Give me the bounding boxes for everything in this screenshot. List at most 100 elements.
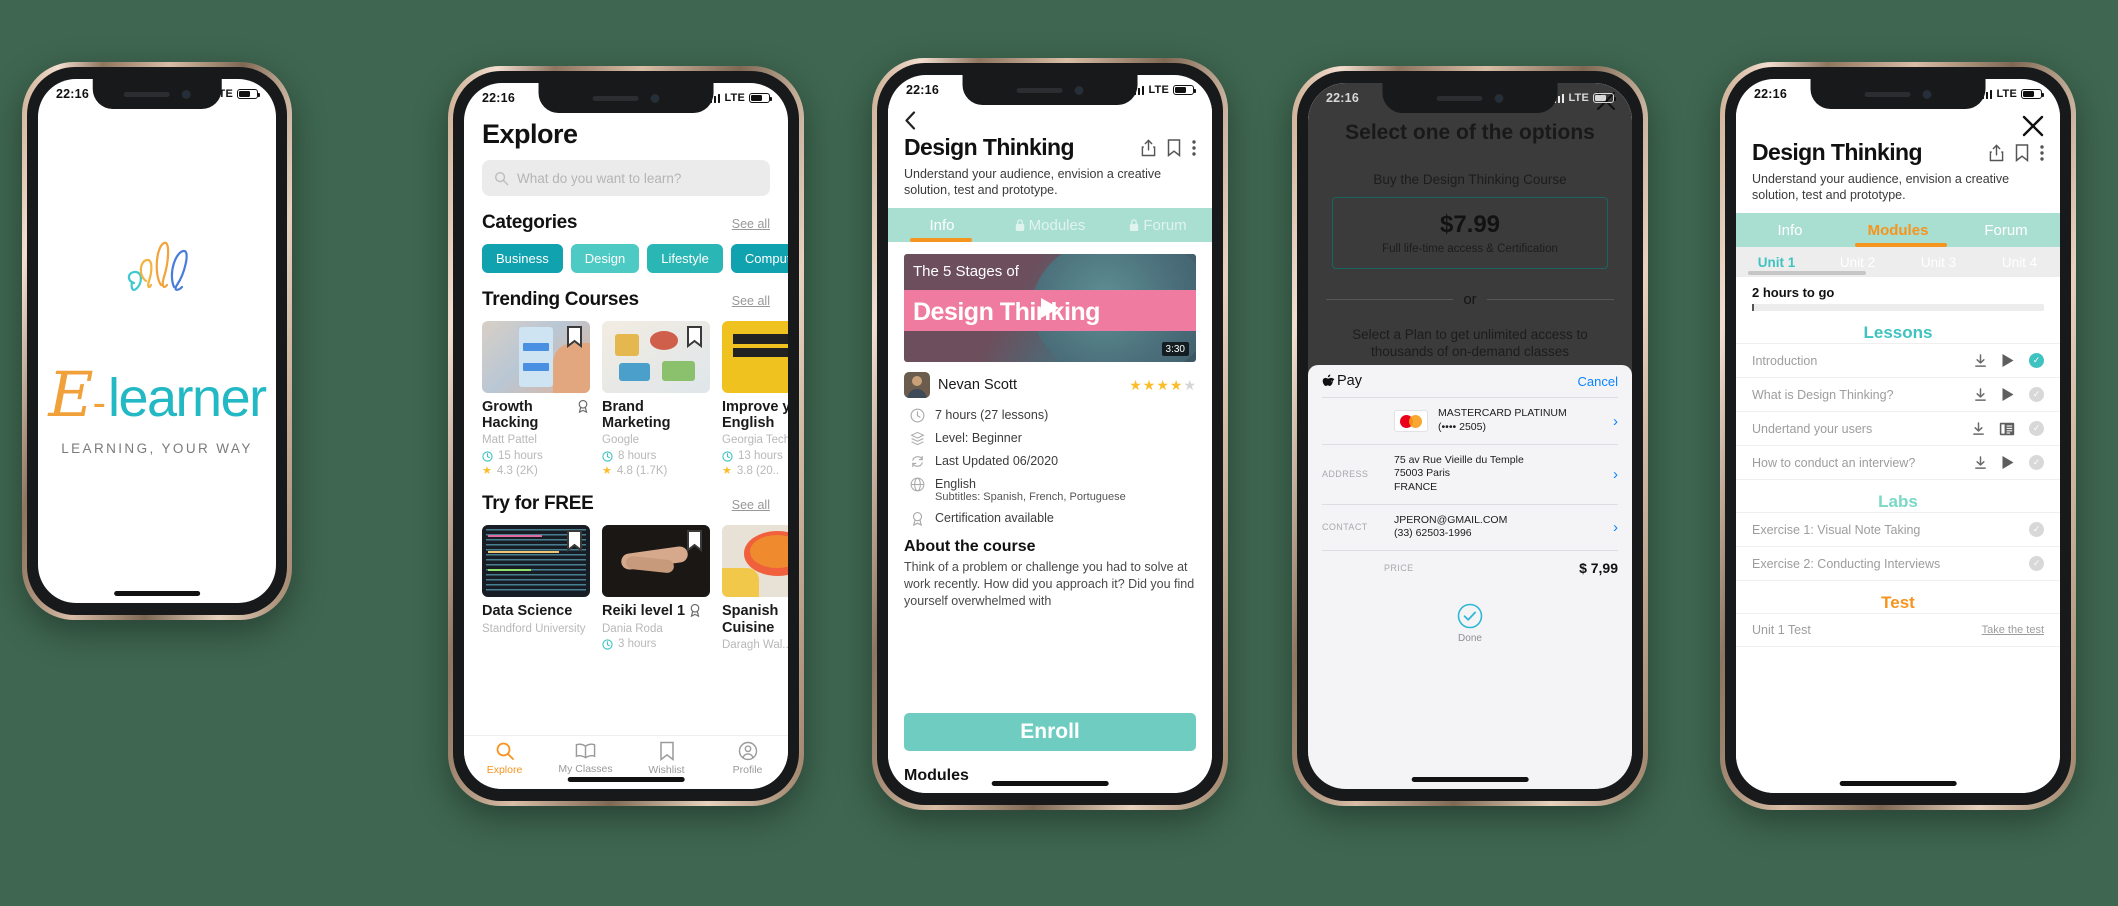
course-thumbnail (722, 525, 788, 598)
take-test-link[interactable]: Take the test (1982, 624, 2044, 636)
lesson-row[interactable]: How to conduct an interview? ✓ (1736, 445, 2060, 480)
article-icon[interactable] (1999, 422, 2015, 436)
tab-profile[interactable]: Profile (707, 741, 788, 776)
certificate-icon (576, 399, 590, 413)
bookmark-icon[interactable] (1167, 138, 1181, 157)
unit-scroll-indicator[interactable] (1748, 271, 1866, 275)
tab-label: Info (1777, 221, 1803, 239)
bookmark-icon[interactable] (566, 326, 583, 348)
course-title: Growth Hacking (482, 399, 539, 432)
course-card[interactable]: Improve your English Georgia Tech 13 hou… (722, 321, 788, 477)
lab-row[interactable]: Exercise 1: Visual Note Taking ✓ (1736, 512, 2060, 546)
play-icon[interactable] (2001, 387, 2015, 402)
home-indicator[interactable] (1839, 781, 1957, 786)
cancel-button[interactable]: Cancel (1578, 374, 1618, 389)
tab-modules[interactable]: Modules (996, 208, 1104, 242)
home-indicator[interactable] (991, 781, 1109, 786)
overflow-menu-icon[interactable] (1192, 139, 1196, 156)
course-rating: 4.3 (2K) (496, 464, 538, 477)
lesson-row[interactable]: Undertand your users ✓ (1736, 411, 2060, 445)
share-icon[interactable] (1989, 144, 2004, 162)
bookmark-icon[interactable] (686, 530, 703, 553)
labs-list: Exercise 1: Visual Note Taking ✓ Exercis… (1736, 512, 2060, 581)
rating-stars: ★ ★ ★ ★ ★ (1129, 377, 1196, 394)
course-thumbnail (722, 321, 788, 393)
bookmark-icon[interactable] (2015, 143, 2029, 162)
status-right: LTE (1549, 92, 1617, 104)
course-tabs: Info Modules Forum (1736, 213, 2060, 247)
home-indicator[interactable] (114, 591, 200, 596)
lesson-complete-icon: ✓ (2029, 387, 2044, 402)
back-button[interactable] (904, 111, 1196, 130)
close-button[interactable] (2022, 115, 2044, 137)
play-icon[interactable] (1039, 296, 1061, 320)
tab-explore[interactable]: Explore (464, 741, 545, 776)
category-chip-business[interactable]: Business (482, 244, 563, 273)
unit-tab-3[interactable]: Unit 3 (1898, 255, 1979, 270)
overflow-menu-icon[interactable] (2040, 144, 2044, 161)
tab-label: Wishlist (648, 764, 685, 776)
download-icon[interactable] (1974, 353, 1987, 368)
course-card[interactable]: Reiki level 1 Dania Roda 3 hours (602, 525, 710, 652)
notch (538, 83, 714, 113)
contact-row[interactable]: CONTACT JPERON@GMAIL.COM (33) 62503-1996… (1322, 503, 1618, 550)
tab-forum[interactable]: Forum (1104, 208, 1212, 242)
play-icon[interactable] (2001, 353, 2015, 368)
payment-card-row[interactable]: MASTERCARD PLATINUM (•••• 2505) › (1322, 397, 1618, 443)
course-card[interactable]: Data Science Standford University (482, 525, 590, 652)
done-block[interactable]: Done (1322, 603, 1618, 644)
tab-forum[interactable]: Forum (1952, 213, 2060, 247)
unit-tab-4[interactable]: Unit 4 (1979, 255, 2060, 270)
tab-label: Info (929, 216, 955, 234)
tab-info[interactable]: Info (1736, 213, 1844, 247)
categories-see-all[interactable]: See all (732, 217, 770, 231)
course-title: Spanish Cuisine (722, 603, 779, 636)
course-card[interactable]: Spanish Cuisine Daragh Wal.. (722, 525, 788, 652)
chevron-right-icon[interactable]: › (1613, 519, 1618, 536)
play-icon[interactable] (2001, 455, 2015, 470)
home-indicator[interactable] (567, 777, 685, 782)
category-chip-design[interactable]: Design (570, 244, 640, 273)
tab-info[interactable]: Info (888, 208, 996, 242)
test-heading: Test (1881, 593, 1915, 612)
bookmark-icon[interactable] (686, 326, 703, 348)
chevron-right-icon[interactable]: › (1613, 466, 1618, 483)
lab-row[interactable]: Exercise 2: Conducting Interviews ✓ (1736, 546, 2060, 581)
lesson-row[interactable]: Introduction ✓ (1736, 343, 2060, 377)
course-card[interactable]: Growth Hacking Matt Pattel 15 hours ★ 4.… (482, 321, 590, 477)
unit-tab-1[interactable]: Unit 1 (1736, 255, 1817, 270)
category-chip-lifestyle[interactable]: Lifestyle (647, 244, 723, 273)
card-value: MASTERCARD PLATINUM (•••• 2505) (1438, 407, 1567, 434)
share-icon[interactable] (1141, 139, 1156, 157)
enroll-button[interactable]: Enroll (904, 713, 1196, 751)
lesson-row[interactable]: What is Design Thinking? ✓ (1736, 377, 2060, 411)
info-language-block: English Subtitles: Spanish, French, Port… (935, 477, 1126, 503)
download-icon[interactable] (1972, 421, 1985, 436)
tab-modules[interactable]: Modules (1844, 213, 1952, 247)
search-input[interactable]: What do you want to learn? (482, 160, 770, 196)
about-section: About the course Think of a problem or c… (888, 526, 1212, 610)
address-row[interactable]: ADDRESS 75 av Rue Vieille du Temple 7500… (1322, 443, 1618, 504)
download-icon[interactable] (1974, 455, 1987, 470)
category-chip-computer[interactable]: Computer (730, 244, 788, 273)
sheet-price-value: $ 7,99 (1579, 559, 1618, 576)
lesson-complete-icon: ✓ (2029, 353, 2044, 368)
status-time: 22:16 (906, 83, 939, 97)
tab-wishlist[interactable]: Wishlist (626, 741, 707, 776)
free-see-all[interactable]: See all (732, 498, 770, 512)
course-card[interactable]: Brand Marketing Google 8 hours ★ 4.8 (1.… (602, 321, 710, 477)
test-row[interactable]: Unit 1 Test Take the test (1736, 613, 2060, 647)
course-duration: 13 hours (738, 450, 783, 463)
bookmark-icon[interactable] (566, 530, 583, 553)
trending-see-all[interactable]: See all (732, 294, 770, 308)
lesson-title: Undertand your users (1752, 421, 1873, 436)
download-icon[interactable] (1974, 387, 1987, 402)
home-indicator[interactable] (1411, 777, 1529, 782)
price-option-button[interactable]: $7.99 Full life-time access & Certificat… (1332, 196, 1608, 269)
chevron-right-icon[interactable]: › (1613, 413, 1618, 430)
unit-tab-2[interactable]: Unit 2 (1817, 255, 1898, 270)
tab-my-classes[interactable]: My Classes (545, 742, 626, 775)
course-thumbnail (482, 525, 590, 598)
course-video-thumbnail[interactable]: The 5 Stages of Design Thinking 3:30 (904, 254, 1196, 362)
notch (92, 79, 222, 109)
